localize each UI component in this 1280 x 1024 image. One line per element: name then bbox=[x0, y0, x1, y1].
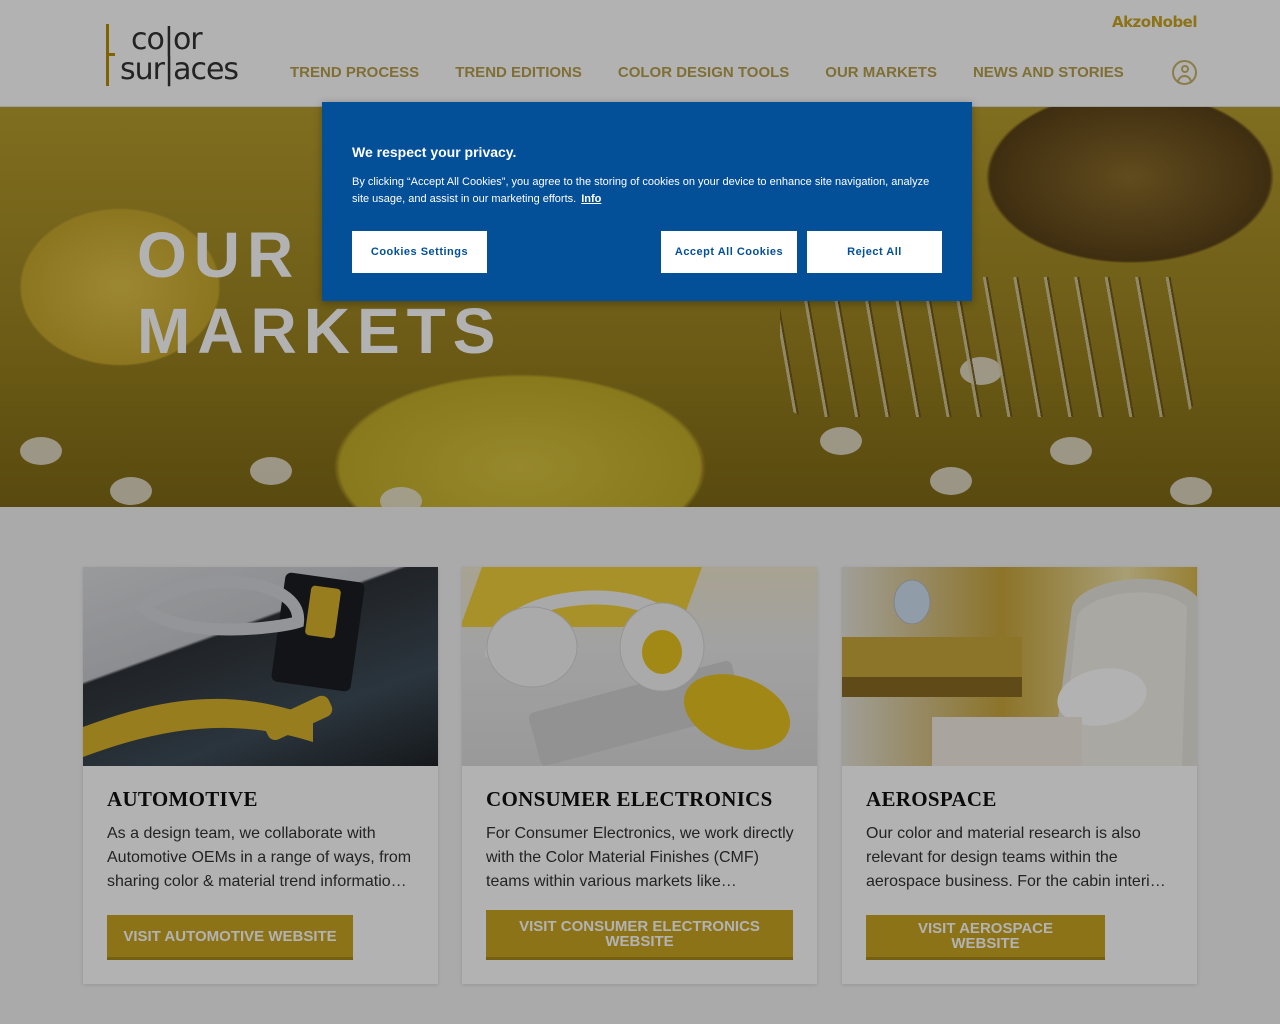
cookie-description: By clicking “Accept All Cookies”, you ag… bbox=[352, 174, 942, 208]
reject-all-button[interactable]: Reject All bbox=[807, 231, 942, 273]
cookie-title: We respect your privacy. bbox=[352, 144, 517, 160]
accept-all-cookies-button[interactable]: Accept All Cookies bbox=[661, 231, 797, 273]
cookie-consent-dialog: We respect your privacy. By clicking “Ac… bbox=[322, 102, 972, 301]
cookies-settings-button[interactable]: Cookies Settings bbox=[352, 231, 487, 273]
cookie-info-link[interactable]: Info bbox=[581, 193, 601, 205]
cookie-description-text: By clicking “Accept All Cookies”, you ag… bbox=[352, 176, 930, 205]
